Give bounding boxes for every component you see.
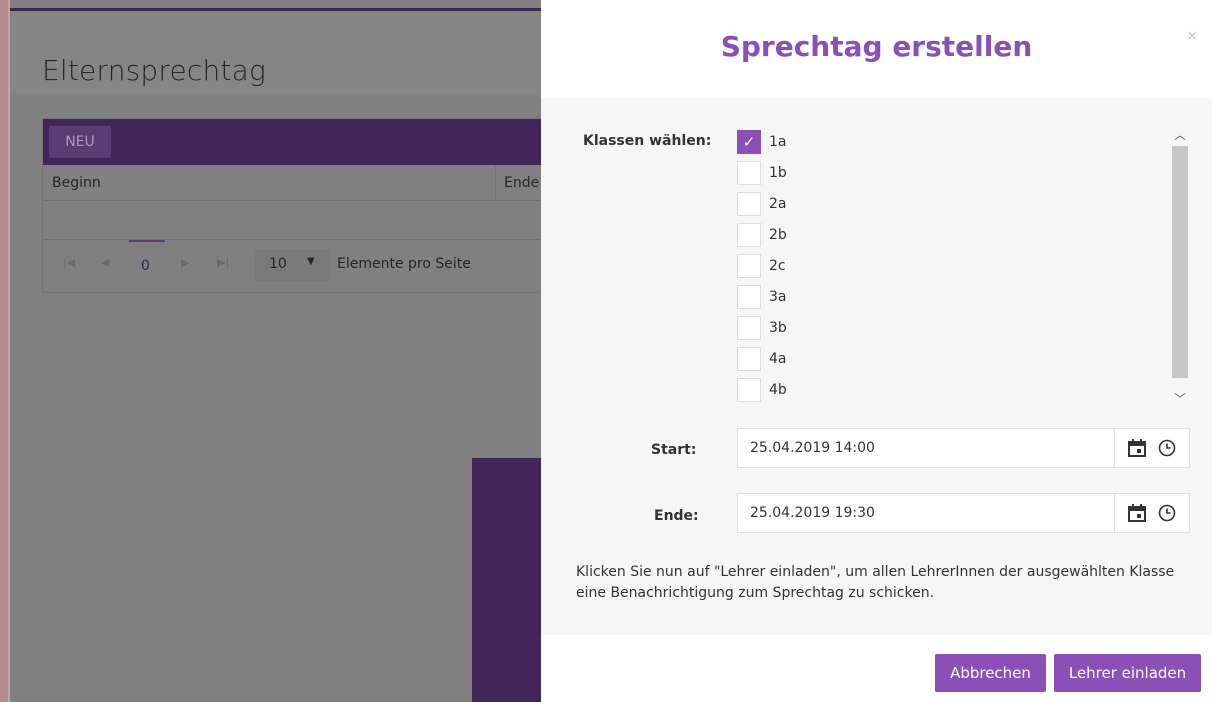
left-edge [0,0,10,702]
chevron-up-icon[interactable]: ︿ [1171,126,1189,144]
class-checkbox-3a[interactable] [737,285,761,309]
class-label: 4b [769,382,787,398]
calendar-icon[interactable] [1127,503,1147,523]
modal-title: Sprechtag erstellen [720,30,1033,63]
class-checkbox-1b[interactable] [737,161,761,185]
per-page-label: Elemente pro Seite [337,256,471,272]
cancel-button[interactable]: Abbrechen [935,654,1046,692]
grid-toolbar: NEU [43,119,541,165]
create-sprechtag-modal: Sprechtag erstellen × Klassen wählen: ✓ … [541,0,1212,702]
last-page-icon[interactable]: ▶| [217,256,229,269]
page-title: Elternsprechtag [42,54,267,87]
class-checkbox-4a[interactable] [737,347,761,371]
class-item-1a[interactable]: ✓ 1a [737,130,787,154]
class-label: 1a [769,134,787,150]
column-ende[interactable]: Ende [504,175,539,191]
start-datetime-field[interactable]: 25.04.2019 14:00 [737,428,1190,468]
class-item-2c[interactable]: 2c [737,254,786,278]
dropdown-arrow-icon: ▼ [307,256,315,267]
first-page-icon[interactable]: |◀ [63,256,75,269]
invite-teachers-button[interactable]: Lehrer einladen [1054,654,1201,692]
class-item-2a[interactable]: 2a [737,192,787,216]
new-button[interactable]: NEU [49,126,111,158]
calendar-icon[interactable] [1127,438,1147,458]
class-list-scrollbar[interactable]: ︿ ﹀ [1171,126,1189,408]
next-page-icon[interactable]: ▶ [181,256,189,269]
modal-footer: Abbrechen Lehrer einladen [541,635,1212,702]
class-item-3a[interactable]: 3a [737,285,787,309]
class-label: 3a [769,289,787,305]
class-list: ✓ 1a 1b 2a 2b 2c 3a 3b 4a 4b [737,130,1177,410]
class-checkbox-4b[interactable] [737,378,761,402]
purple-panel [472,458,541,702]
page-number[interactable]: 0 [141,258,150,274]
grid-column-header: Beginn Ende [43,165,541,201]
end-datetime-field[interactable]: 25.04.2019 19:30 [737,493,1190,533]
chevron-down-icon[interactable]: ﹀ [1171,390,1189,408]
pager: |◀ ◀ 0 ▶ ▶| 10 ▼ Elemente pro Seite [43,240,541,292]
class-label: 2a [769,196,787,212]
class-item-2b[interactable]: 2b [737,223,787,247]
start-label: Start: [651,442,697,458]
classes-label: Klassen wählen: [583,133,712,149]
active-page-indicator [129,240,165,242]
data-grid: NEU Beginn Ende |◀ ◀ 0 ▶ ▶| 10 ▼ Element… [42,118,541,293]
class-label: 4a [769,351,787,367]
end-datetime-value[interactable]: 25.04.2019 19:30 [750,505,875,521]
column-beginn[interactable]: Beginn [52,175,101,191]
modal-header: Sprechtag erstellen × [541,0,1212,98]
scrollbar-thumb[interactable] [1172,146,1188,378]
clock-icon[interactable] [1158,439,1176,457]
page-size-value: 10 [269,256,287,272]
prev-page-icon[interactable]: ◀ [101,256,109,269]
checkmark-icon: ✓ [742,133,756,151]
class-label: 2b [769,227,787,243]
column-separator [495,165,496,201]
field-divider [1114,429,1115,467]
modal-body: Klassen wählen: ✓ 1a 1b 2a 2b 2c 3a 3b 4… [541,98,1212,635]
class-label: 3b [769,320,787,336]
field-divider [1114,494,1115,532]
class-item-3b[interactable]: 3b [737,316,787,340]
class-item-4a[interactable]: 4a [737,347,787,371]
class-label: 2c [769,258,786,274]
class-item-4b[interactable]: 4b [737,378,787,402]
class-checkbox-2b[interactable] [737,223,761,247]
close-icon[interactable]: × [1186,28,1198,44]
class-checkbox-1a[interactable]: ✓ [737,130,761,154]
start-datetime-value[interactable]: 25.04.2019 14:00 [750,440,875,456]
empty-row [43,201,541,240]
end-label: Ende: [654,508,699,524]
class-checkbox-3b[interactable] [737,316,761,340]
hint-text: Klicken Sie nun auf "Lehrer einladen", u… [576,564,1175,601]
class-checkbox-2a[interactable] [737,192,761,216]
clock-icon[interactable] [1158,504,1176,522]
class-label: 1b [769,165,787,181]
class-item-1b[interactable]: 1b [737,161,787,185]
background-page: Elternsprechtag NEU Beginn Ende |◀ ◀ 0 ▶… [0,0,541,702]
page-size-select[interactable]: 10 ▼ [255,249,331,281]
class-checkbox-2c[interactable] [737,254,761,278]
